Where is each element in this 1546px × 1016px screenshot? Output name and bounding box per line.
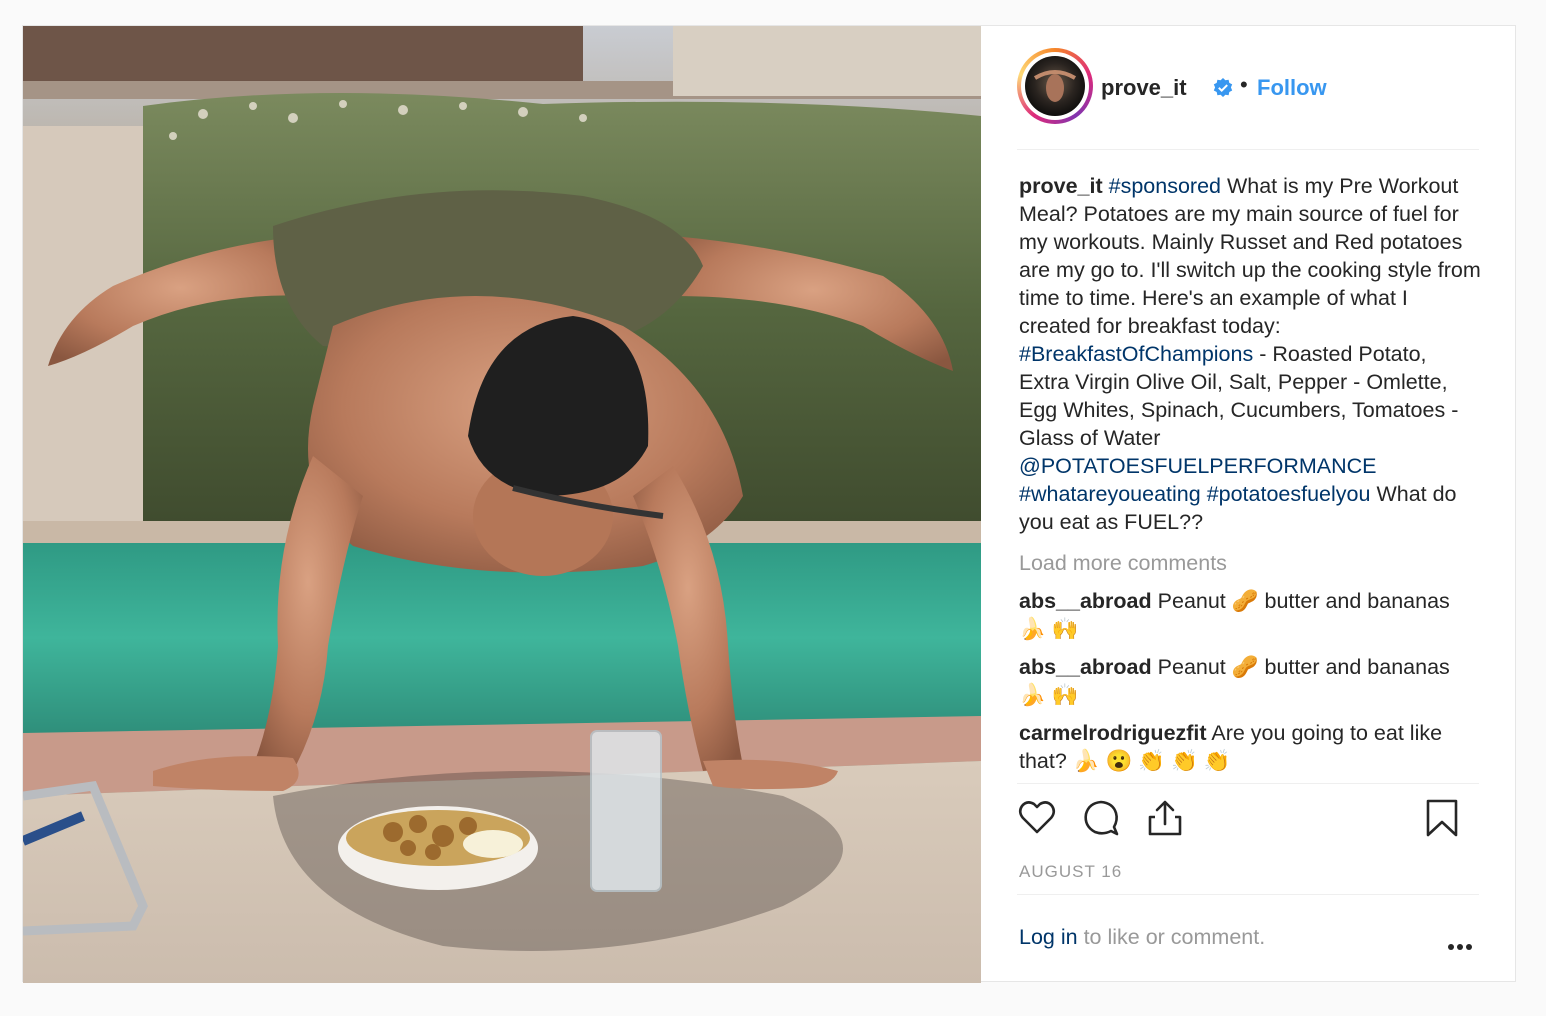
action-bar bbox=[1017, 798, 1479, 842]
caption-username[interactable]: prove_it bbox=[1019, 174, 1103, 198]
share-icon[interactable] bbox=[1145, 798, 1185, 843]
load-more-comments-button[interactable]: Load more comments bbox=[1019, 549, 1481, 577]
post-photo[interactable] bbox=[23, 26, 981, 983]
comment-item: abs__abroad Peanut 🥜 butter and bananas … bbox=[1019, 653, 1481, 709]
caption-text: #sponsored What is my Pre Workout Meal? … bbox=[1019, 174, 1481, 534]
bookmark-icon[interactable] bbox=[1425, 798, 1459, 843]
more-options-icon[interactable] bbox=[1447, 938, 1473, 956]
post-header: prove_it • Follow bbox=[1017, 48, 1477, 128]
heart-icon[interactable] bbox=[1017, 798, 1057, 843]
verified-badge-icon bbox=[1213, 78, 1233, 98]
comments-list[interactable]: prove_it #sponsored What is my Pre Worko… bbox=[1019, 172, 1481, 784]
comment-username[interactable]: abs__abroad bbox=[1019, 589, 1152, 613]
caption-hashtag-link[interactable]: #sponsored bbox=[1109, 174, 1221, 198]
post-card: prove_it • Follow prove_it #sponsored Wh… bbox=[22, 25, 1516, 983]
login-link[interactable]: Log in bbox=[1019, 925, 1078, 949]
login-prompt: Log in to like or comment. bbox=[1019, 925, 1265, 950]
caption-hashtag-link[interactable]: #whatareyoueating bbox=[1019, 482, 1201, 506]
footer-divider bbox=[1017, 894, 1479, 895]
avatar[interactable] bbox=[1017, 48, 1093, 124]
post-author-username[interactable]: prove_it bbox=[1101, 75, 1187, 101]
comment-username[interactable]: abs__abroad bbox=[1019, 655, 1152, 679]
header-separator: • bbox=[1240, 72, 1248, 97]
post-details-panel: prove_it • Follow prove_it #sponsored Wh… bbox=[981, 26, 1516, 981]
header-divider bbox=[1017, 149, 1479, 150]
post-caption: prove_it #sponsored What is my Pre Worko… bbox=[1019, 172, 1481, 536]
post-image bbox=[23, 26, 981, 983]
caption-text-segment: What is my Pre Workout Meal? Potatoes ar… bbox=[1019, 174, 1481, 338]
follow-button[interactable]: Follow bbox=[1257, 75, 1327, 101]
post-date: AUGUST 16 bbox=[1019, 862, 1123, 881]
comment-item: carmelrodriguezfit Are you going to eat … bbox=[1019, 719, 1481, 775]
actions-divider bbox=[1017, 783, 1479, 784]
caption-hashtag-link[interactable]: #BreakfastOfChampions bbox=[1019, 342, 1253, 366]
comment-icon[interactable] bbox=[1081, 798, 1121, 843]
comment-item: abs__abroad Peanut 🥜 butter and bananas … bbox=[1019, 587, 1481, 643]
caption-hashtag-link[interactable]: @POTATOESFUELPERFORMANCE bbox=[1019, 454, 1377, 478]
caption-hashtag-link[interactable]: #potatoesfuelyou bbox=[1207, 482, 1371, 506]
avatar-image bbox=[1025, 56, 1085, 116]
login-prompt-text: to like or comment. bbox=[1077, 925, 1266, 949]
comment-username[interactable]: carmelrodriguezfit bbox=[1019, 721, 1207, 745]
